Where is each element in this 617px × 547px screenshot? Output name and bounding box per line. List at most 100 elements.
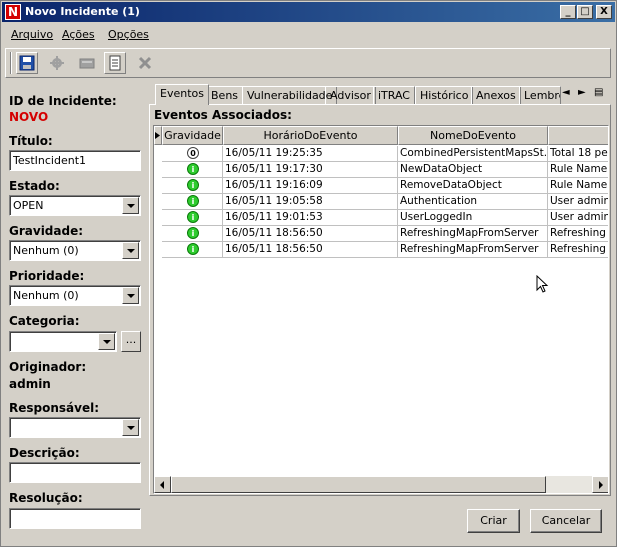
event-time-cell: 16/05/11 18:56:50 — [223, 226, 398, 242]
assignee-dropdown-button[interactable] — [122, 419, 139, 436]
save-icon — [19, 55, 35, 71]
severity-zero-icon: 0 — [187, 147, 199, 159]
scroll-right-button[interactable] — [592, 476, 608, 493]
event-name-cell: RefreshingMapFromServer — [398, 242, 548, 258]
storage-button[interactable] — [76, 52, 98, 74]
category-select[interactable] — [9, 331, 117, 352]
menu-opcoes[interactable]: Opções — [108, 28, 149, 41]
delete-button[interactable] — [134, 52, 156, 74]
table-row[interactable]: i 16/05/11 18:56:50 RefreshingMapFromServe… — [154, 242, 608, 258]
priority-select[interactable]: Nenhum (0) — [9, 285, 141, 306]
event-details-cell: Refreshing f — [548, 226, 608, 242]
table-row[interactable]: i 16/05/11 19:01:53 UserLoggedIn User admin — [154, 210, 608, 226]
tab-lembretes[interactable]: Lembre — [519, 86, 561, 105]
info-icon: i — [187, 195, 199, 207]
table-row[interactable]: i 16/05/11 19:05:58 Authentication User adm… — [154, 194, 608, 210]
info-icon: i — [187, 227, 199, 239]
menu-arquivo[interactable]: Arquivo — [11, 28, 53, 41]
horizontal-scrollbar[interactable] — [154, 476, 608, 493]
cancel-button[interactable]: Cancelar — [530, 509, 602, 533]
info-icon: i — [187, 163, 199, 175]
priority-dropdown-button[interactable] — [122, 287, 139, 304]
tab-bens[interactable]: Bens — [206, 86, 244, 105]
column-header-horario[interactable]: HorárioDoEvento — [223, 126, 398, 145]
state-value: OPEN — [13, 199, 44, 212]
event-name-cell: CombinedPersistentMapsSt... — [398, 146, 548, 162]
column-header-nome[interactable]: NomeDoEvento — [398, 126, 548, 145]
severity-cell: i — [162, 226, 223, 242]
menu-acoes[interactable]: Ações — [62, 28, 95, 41]
column-header-gravidade[interactable]: Gravidade — [162, 126, 223, 145]
info-icon: i — [187, 211, 199, 223]
id-value: NOVO — [9, 110, 49, 124]
severity-cell: i — [162, 210, 223, 226]
toolbar-grip — [10, 52, 12, 74]
tab-scroll-right-icon[interactable]: ► — [578, 87, 586, 98]
category-label: Categoria: — [9, 314, 80, 328]
state-dropdown-button[interactable] — [122, 197, 139, 214]
menu-bar: Arquivo Ações Opções — [2, 24, 615, 44]
event-name-cell: UserLoggedIn — [398, 210, 548, 226]
event-details-cell: Rule Name: — [548, 162, 608, 178]
info-icon: i — [187, 179, 199, 191]
document-button[interactable] — [104, 52, 126, 74]
table-row[interactable]: i 16/05/11 19:17:30 NewDataObject Rule Name… — [154, 162, 608, 178]
events-section-title: Eventos Associados: — [154, 108, 292, 122]
maximize-button[interactable]: □ — [577, 5, 593, 19]
row-indicator-icon — [155, 132, 160, 139]
chevron-down-icon — [127, 426, 135, 430]
event-time-cell: 16/05/11 19:01:53 — [223, 210, 398, 226]
tab-vulnerabilidade[interactable]: Vulnerabilidade — [242, 86, 338, 105]
event-name-cell: RemoveDataObject — [398, 178, 548, 194]
document-icon — [109, 55, 121, 71]
priority-label: Prioridade: — [9, 269, 85, 283]
severity-cell: 0 — [162, 146, 223, 162]
event-time-cell: 16/05/11 19:05:58 — [223, 194, 398, 210]
toolbar — [5, 48, 611, 78]
tab-advisor[interactable]: Advisor — [325, 86, 376, 105]
originator-label: Originador: — [9, 360, 87, 374]
assignee-select[interactable] — [9, 417, 141, 438]
minimize-button[interactable]: _ — [560, 5, 576, 19]
state-select[interactable]: OPEN — [9, 195, 141, 216]
tab-scroll-left-icon[interactable]: ◄ — [562, 87, 570, 98]
event-name-cell: NewDataObject — [398, 162, 548, 178]
settings-button[interactable] — [46, 52, 68, 74]
severity-dropdown-button[interactable] — [122, 242, 139, 259]
table-row[interactable]: 0 16/05/11 19:25:35 CombinedPersistentMaps… — [154, 146, 608, 162]
tab-itrac[interactable]: iTRAC — [373, 86, 415, 105]
incident-window: N Novo Incidente (1) _ □ X Arquivo Ações… — [0, 0, 617, 547]
create-button[interactable]: Criar — [467, 509, 520, 533]
resolution-label: Resolução: — [9, 491, 83, 505]
column-header-extra[interactable] — [548, 126, 608, 145]
resolution-input[interactable] — [9, 508, 141, 529]
severity-select[interactable]: Nenhum (0) — [9, 240, 141, 261]
category-dropdown-button[interactable] — [98, 333, 115, 350]
event-details-cell: User admin l — [548, 194, 608, 210]
mouse-pointer-icon — [536, 275, 549, 293]
storage-icon — [79, 58, 95, 69]
tab-anexos[interactable]: Anexos — [471, 86, 521, 105]
originator-value: admin — [9, 377, 51, 391]
close-button[interactable]: X — [596, 5, 612, 19]
table-row[interactable]: i 16/05/11 18:56:50 RefreshingMapFromServe… — [154, 226, 608, 242]
scroll-left-button[interactable] — [154, 476, 171, 493]
title-input[interactable]: TestIncident1 — [9, 150, 141, 171]
chevron-down-icon — [127, 249, 135, 253]
info-icon: i — [187, 243, 199, 255]
scroll-thumb[interactable] — [171, 476, 546, 493]
tab-historico[interactable]: Histórico — [415, 86, 474, 105]
chevron-down-icon — [127, 294, 135, 298]
event-details-cell: Refreshing f — [548, 242, 608, 258]
tab-eventos[interactable]: Eventos — [155, 84, 209, 105]
save-button[interactable] — [16, 52, 38, 74]
description-label: Descrição: — [9, 446, 80, 460]
events-table[interactable]: Gravidade HorárioDoEvento NomeDoEvento 0… — [153, 125, 609, 494]
severity-value: Nenhum (0) — [13, 244, 79, 257]
tab-list-icon[interactable]: ▤ — [594, 87, 603, 98]
description-input[interactable] — [9, 462, 141, 483]
state-label: Estado: — [9, 179, 60, 193]
event-time-cell: 16/05/11 19:25:35 — [223, 146, 398, 162]
category-browse-button[interactable]: ... — [121, 331, 141, 352]
table-row[interactable]: i 16/05/11 19:16:09 RemoveDataObject Rule N… — [154, 178, 608, 194]
